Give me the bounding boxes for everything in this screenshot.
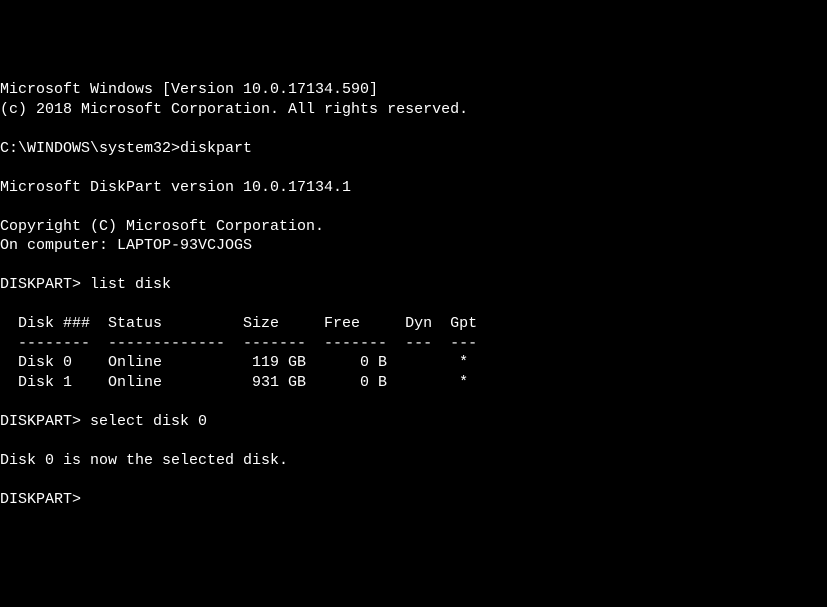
diskpart-prompt: DISKPART>	[0, 276, 81, 293]
cmd-input-diskpart: diskpart	[180, 140, 252, 157]
cmd-prompt: C:\WINDOWS\system32>	[0, 140, 180, 157]
cmd-input-select-disk: select disk 0	[81, 413, 207, 430]
diskpart-prompt: DISKPART>	[0, 413, 81, 430]
select-disk-output: Disk 0 is now the selected disk.	[0, 452, 288, 469]
table-row: Disk 0 Online 119 GB 0 B *	[0, 354, 468, 371]
diskpart-version-line: Microsoft DiskPart version 10.0.17134.1	[0, 179, 351, 196]
table-divider: -------- ------------- ------- ------- -…	[0, 335, 477, 352]
terminal-output[interactable]: Microsoft Windows [Version 10.0.17134.59…	[0, 80, 827, 509]
windows-version-line: Microsoft Windows [Version 10.0.17134.59…	[0, 81, 378, 98]
windows-copyright-line: (c) 2018 Microsoft Corporation. All righ…	[0, 101, 468, 118]
diskpart-computer-line: On computer: LAPTOP-93VCJOGS	[0, 237, 252, 254]
table-row: Disk 1 Online 931 GB 0 B *	[0, 374, 468, 391]
diskpart-prompt: DISKPART>	[0, 491, 81, 508]
cmd-input-list-disk: list disk	[81, 276, 171, 293]
diskpart-copyright-line: Copyright (C) Microsoft Corporation.	[0, 218, 324, 235]
table-header: Disk ### Status Size Free Dyn Gpt	[0, 315, 477, 332]
